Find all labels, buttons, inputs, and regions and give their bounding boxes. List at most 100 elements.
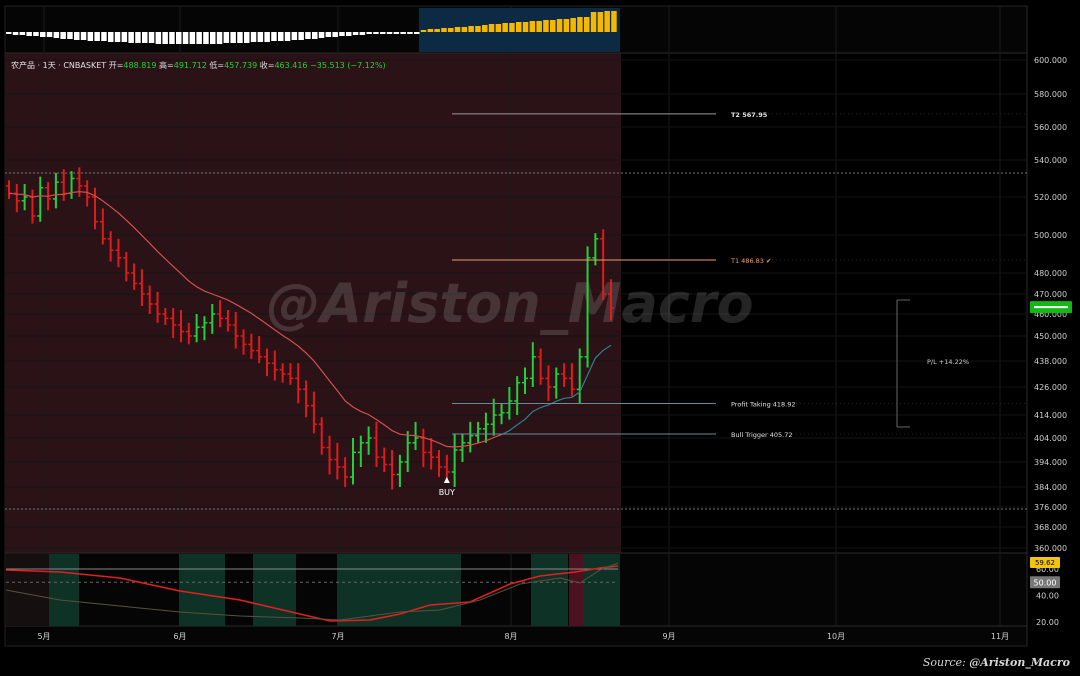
histogram-bar-86 (590, 12, 597, 32)
histogram-bar-44 (305, 32, 311, 39)
histogram-bar-56 (386, 32, 393, 34)
histogram-bar-87 (597, 12, 604, 32)
histogram-bar-80 (550, 20, 556, 32)
profit-taking-label: Profit Taking 418.92 (731, 401, 796, 409)
t1-check-icon: ✔ (764, 257, 772, 265)
rsi-band-1 (179, 554, 225, 626)
histogram-bar-53 (366, 32, 372, 34)
x-tick-label-2: 7月 (331, 632, 344, 641)
watermark: @Ariston_Macro (266, 272, 753, 335)
histogram-bar-14 (101, 32, 107, 41)
y-tick-label-3: 540.000 (1034, 156, 1067, 165)
x-tick-label-3: 8月 (504, 632, 517, 641)
histogram-bar-13 (94, 32, 100, 41)
histogram-bar-4 (33, 32, 39, 36)
x-tick-label-1: 6月 (173, 632, 186, 641)
histogram-bar-68 (468, 26, 474, 32)
histogram-bar-74 (509, 23, 515, 32)
histogram-bar-19 (135, 32, 141, 43)
histogram-bar-61 (420, 30, 427, 32)
histogram-bar-89 (611, 11, 617, 32)
histogram-bar-24 (169, 32, 175, 44)
y-tick-label-9: 450.000 (1034, 332, 1067, 341)
histogram-bar-76 (522, 22, 529, 32)
histogram-bar-57 (393, 32, 400, 34)
histogram-bar-18 (128, 32, 134, 43)
x-tick-label-0: 5月 (37, 632, 50, 641)
histogram-bar-72 (495, 24, 502, 32)
pl-label: P/L +14.22% (927, 358, 969, 366)
histogram-bar-3 (26, 32, 32, 36)
histogram-bar-66 (454, 27, 461, 32)
rsi-mid-value: 50.00 (1034, 578, 1057, 587)
histogram-bar-12 (87, 32, 94, 41)
rsi-tick-label-2: 40.00 (1036, 592, 1059, 601)
histogram-bar-47 (325, 32, 332, 37)
source-value: @Ariston_Macro (969, 656, 1070, 669)
histogram-bar-59 (407, 32, 413, 34)
header-close-value: 463.416 (274, 61, 307, 70)
header-low-value: 457.739 (224, 61, 257, 70)
buy-label: BUY (439, 488, 455, 497)
histogram-bar-64 (441, 28, 447, 32)
header-low-label: 低= (207, 60, 224, 70)
histogram-bar-82 (563, 19, 570, 32)
histogram-bar-46 (318, 32, 325, 38)
histogram-bar-42 (291, 32, 298, 40)
target-2-label: T2 567.95 (731, 111, 768, 119)
y-tick-label-11: 426.000 (1034, 383, 1067, 392)
histogram-bar-77 (529, 21, 536, 32)
histogram-bar-2 (19, 32, 26, 35)
histogram-bar-63 (434, 29, 440, 32)
y-tick-label-4: 520.000 (1034, 193, 1067, 202)
histogram-bar-83 (570, 18, 576, 32)
histogram-bar-6 (46, 32, 53, 37)
histogram-bar-58 (400, 32, 406, 34)
histogram-bar-27 (189, 32, 196, 44)
histogram-bar-65 (448, 28, 454, 32)
histogram-bar-49 (339, 32, 345, 36)
y-tick-label-5: 500.000 (1034, 231, 1067, 240)
histogram-bar-11 (80, 32, 87, 40)
y-tick-label-15: 384.000 (1034, 483, 1067, 492)
histogram-bar-29 (203, 32, 209, 44)
histogram-bar-41 (284, 32, 291, 41)
histogram-bar-15 (108, 32, 114, 42)
histogram-bar-71 (488, 24, 495, 32)
rsi-band-7 (6, 554, 49, 626)
y-tick-label-2: 560.000 (1034, 123, 1067, 132)
histogram-bar-81 (556, 19, 563, 32)
target-1-label: T1 486.83 ✔ (730, 257, 771, 265)
histogram-bar-16 (114, 32, 121, 42)
y-tick-label-10: 438.000 (1034, 357, 1067, 366)
header-open-label: 开= (106, 61, 123, 70)
histogram-bar-8 (60, 32, 66, 39)
y-tick-label-16: 376.000 (1034, 503, 1067, 512)
histogram-bar-51 (352, 32, 359, 35)
histogram-bar-52 (359, 32, 366, 35)
histogram-bar-36 (250, 32, 257, 42)
y-tick-label-14: 394.000 (1034, 458, 1067, 467)
histogram-bar-50 (346, 32, 352, 36)
histogram-bar-88 (604, 11, 610, 32)
y-tick-label-1: 580.000 (1034, 90, 1067, 99)
y-tick-label-0: 600.000 (1034, 56, 1067, 65)
histogram-bar-60 (414, 32, 420, 34)
y-tick-label-13: 404.000 (1034, 434, 1067, 443)
x-tick-label-5: 10月 (827, 632, 845, 641)
header-change-value: −35.513 (−7.12%) (308, 61, 386, 70)
header-close-label: 收= (257, 60, 274, 70)
histogram-bar-0 (6, 32, 12, 34)
histogram-bar-62 (427, 29, 434, 32)
source-credit: Source: @Ariston_Macro (923, 656, 1070, 669)
header-high-label: 高= (157, 60, 174, 70)
histogram-bar-32 (223, 32, 230, 43)
histogram-bar-48 (332, 32, 338, 37)
rsi-band-3 (337, 554, 461, 626)
histogram-bar-25 (176, 32, 182, 44)
histogram-bar-67 (461, 27, 468, 32)
histogram-bar-34 (237, 32, 243, 43)
histogram-bar-22 (155, 32, 162, 44)
histogram-bar-73 (502, 23, 508, 32)
histogram-bar-39 (271, 32, 277, 41)
